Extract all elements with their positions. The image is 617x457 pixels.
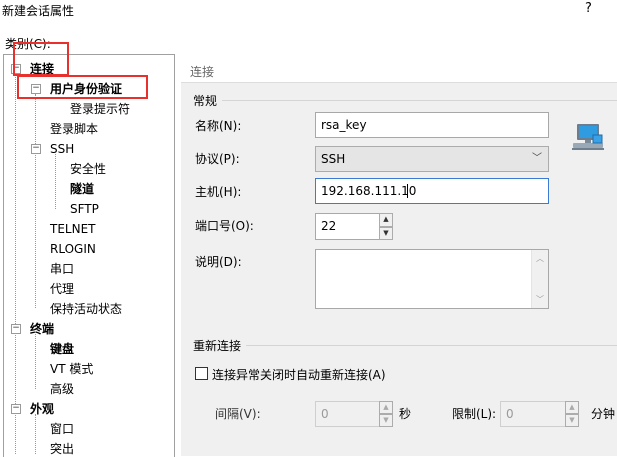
description-label: 说明(D):	[195, 255, 242, 269]
panel-header: 连接	[181, 57, 617, 83]
tree-item-proxy[interactable]: 代理	[50, 281, 74, 297]
general-group-title: 常规	[193, 94, 218, 108]
description-field[interactable]: ︿ ﹀	[315, 249, 549, 309]
tree-item-keepalive[interactable]: 保持活动状态	[50, 301, 122, 317]
expand-toggle-icon[interactable]: −	[11, 324, 21, 334]
tree-item-serial[interactable]: 串口	[50, 261, 74, 277]
panel-header-title: 连接	[190, 65, 215, 79]
interval-unit: 秒	[399, 407, 412, 421]
tree-item-keyboard[interactable]: 键盘	[50, 341, 74, 357]
annotation-box-user-auth	[17, 75, 148, 99]
tree-item-telnet[interactable]: TELNET	[50, 221, 96, 237]
auto-reconnect-checkbox[interactable]	[195, 367, 208, 380]
reconnect-group-line	[246, 345, 617, 346]
tree-item-login-prompt[interactable]: 登录提示符	[70, 101, 130, 117]
name-field[interactable]: rsa_key	[315, 112, 549, 138]
limit-spin-down-icon[interactable]: ▼	[565, 414, 579, 427]
interval-label: 间隔(V):	[215, 407, 261, 421]
host-field[interactable]: 192.168.111.10	[315, 178, 549, 204]
port-field[interactable]: 22	[315, 213, 381, 240]
tree-ssh-line	[55, 154, 56, 209]
tree-terminal-line	[35, 334, 36, 389]
expand-toggle-icon[interactable]: −	[11, 404, 21, 414]
reconnect-group-title: 重新连接	[193, 339, 242, 353]
limit-unit: 分钟	[591, 407, 616, 421]
host-field-value: 192.168.111.10	[321, 184, 417, 198]
tree-item-login-script[interactable]: 登录脚本	[50, 121, 98, 137]
help-button[interactable]: ?	[585, 1, 592, 16]
protocol-select-value: SSH	[321, 152, 346, 166]
tree-item-advanced[interactable]: 高级	[50, 381, 74, 397]
limit-field[interactable]: 0	[500, 401, 566, 427]
limit-spin-up-icon[interactable]: ▲	[565, 401, 579, 414]
tree-connect-line	[35, 94, 36, 308]
tree-root-line	[15, 74, 16, 454]
window-title: 新建会话属性	[2, 4, 75, 18]
port-label: 端口号(O):	[195, 219, 254, 233]
tree-item-sftp[interactable]: SFTP	[70, 201, 99, 217]
tree-appearance-line	[35, 414, 36, 454]
scroll-down-icon[interactable]: ﹀	[532, 294, 548, 305]
tree-item-security[interactable]: 安全性	[70, 161, 106, 177]
text-caret	[407, 184, 408, 198]
tree-item-window[interactable]: 窗口	[50, 421, 74, 437]
expand-toggle-icon[interactable]: −	[31, 144, 41, 154]
interval-field[interactable]: 0	[315, 401, 381, 427]
chevron-down-icon: ﹀	[532, 153, 542, 164]
tree-item-terminal[interactable]: 终端	[30, 321, 54, 337]
limit-label: 限制(L):	[452, 407, 497, 421]
protocol-label: 协议(P):	[195, 152, 240, 166]
annotation-box-connection	[13, 42, 69, 76]
tree-item-rlogin[interactable]: RLOGIN	[50, 241, 96, 257]
host-label: 主机(H):	[195, 185, 242, 199]
interval-spin-down-icon[interactable]: ▼	[379, 414, 393, 427]
general-group-line	[222, 100, 617, 101]
tree-item-appearance[interactable]: 外观	[30, 401, 54, 417]
name-label: 名称(N):	[195, 119, 242, 133]
category-tree[interactable]: − − − − − 连接 用户身份验证 登录提示符 登录脚本 SSH 安全性 隧…	[3, 54, 175, 457]
protocol-select[interactable]: SSH ﹀	[315, 146, 549, 172]
port-spin-down-icon[interactable]: ▼	[379, 227, 393, 240]
port-spin-up-icon[interactable]: ▲	[379, 213, 393, 227]
session-computer-icon	[572, 124, 604, 150]
tree-item-highlight[interactable]: 突出	[50, 441, 74, 457]
interval-spin-up-icon[interactable]: ▲	[379, 401, 393, 414]
auto-reconnect-label: 连接异常关闭时自动重新连接(A)	[212, 368, 386, 382]
tree-item-ssh[interactable]: SSH	[50, 141, 74, 157]
tree-item-vt-mode[interactable]: VT 模式	[50, 361, 93, 377]
tree-item-tunnel[interactable]: 隧道	[70, 181, 94, 197]
description-scrollbar[interactable]: ︿ ﹀	[531, 250, 548, 308]
scroll-up-icon[interactable]: ︿	[532, 253, 548, 264]
